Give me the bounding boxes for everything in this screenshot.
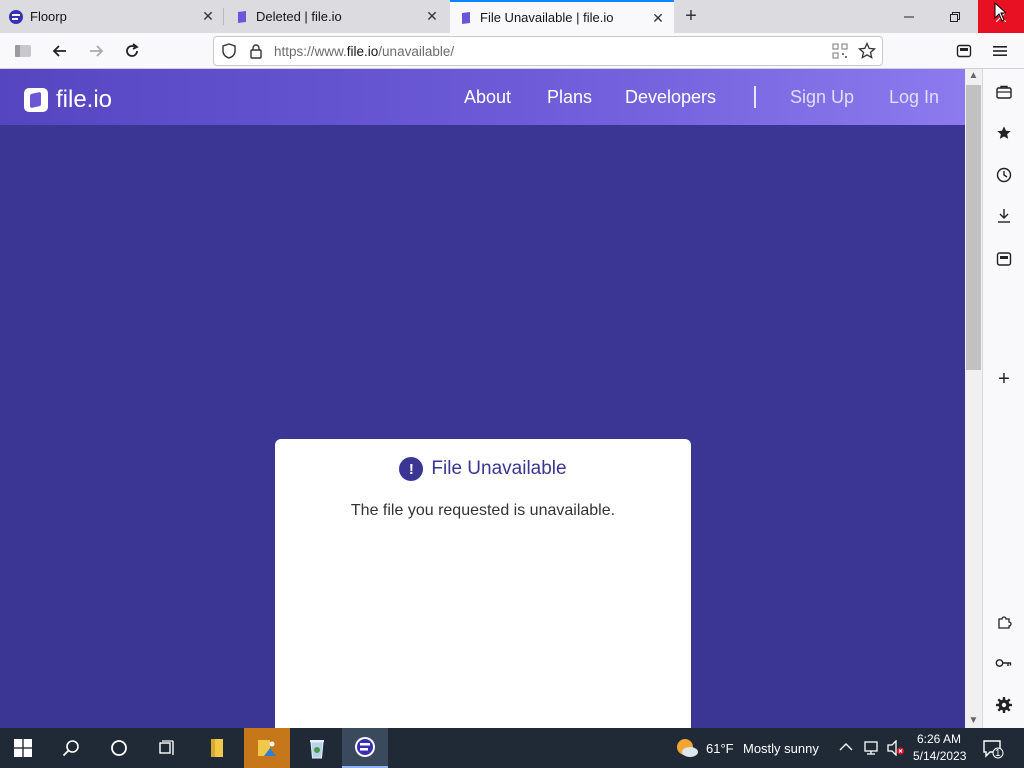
briefcase-icon[interactable] (992, 80, 1016, 104)
history-clock-icon[interactable] (992, 163, 1016, 187)
scroll-down-arrow[interactable]: ▼ (965, 714, 982, 728)
network-icon[interactable] (862, 740, 880, 761)
qr-code-icon[interactable] (832, 43, 848, 62)
add-panel-icon[interactable]: + (992, 367, 1016, 391)
task-view-icon[interactable] (144, 728, 190, 768)
new-tab-button[interactable]: + (680, 6, 702, 28)
back-button[interactable] (48, 39, 72, 63)
clock-date[interactable]: 5/14/2023 (913, 749, 966, 763)
menu-icon[interactable] (988, 39, 1012, 63)
notifications-icon[interactable] (983, 739, 1005, 764)
minimize-button[interactable] (886, 0, 932, 33)
pocket-icon[interactable] (952, 39, 976, 63)
nav-plans-link[interactable]: Plans (547, 87, 592, 108)
browser-sidebar: + (982, 69, 1024, 728)
reload-button[interactable] (120, 39, 144, 63)
tab-floorp[interactable]: Floorp ✕ (0, 0, 224, 33)
page-scrollbar[interactable]: ▲ ▼ (965, 69, 982, 728)
file-explorer-icon[interactable] (194, 728, 240, 768)
shield-icon[interactable] (214, 43, 244, 59)
card-title-text: File Unavailable (431, 458, 567, 479)
nav-about-link[interactable]: About (464, 87, 511, 108)
tab-title: Deleted | file.io (256, 9, 342, 24)
tab-file-unavailable[interactable]: File Unavailable | file.io ✕ (450, 0, 674, 33)
card-message: The file you requested is unavailable. (350, 502, 616, 519)
cortana-icon[interactable] (96, 728, 142, 768)
photos-app-icon[interactable] (244, 728, 290, 768)
url-text: https://www.file.io/unavailable/ (274, 43, 455, 59)
start-button[interactable] (0, 728, 46, 768)
scroll-up-arrow[interactable]: ▲ (965, 69, 982, 83)
clock-time[interactable]: 6:26 AM (917, 732, 961, 746)
floorp-browser-taskbar-icon[interactable] (342, 728, 388, 768)
close-tab-icon[interactable]: ✕ (424, 8, 440, 24)
weather-temp[interactable]: 61°F (706, 741, 734, 756)
close-tab-icon[interactable]: ✕ (650, 10, 666, 26)
exclamation-circle-icon: ! (399, 457, 424, 481)
weather-sunny-icon[interactable] (675, 737, 699, 764)
scroll-thumb[interactable] (966, 85, 981, 370)
nav-log-in-link[interactable]: Log In (889, 87, 939, 108)
tab-title: File Unavailable | file.io (480, 10, 614, 25)
volume-muted-icon[interactable] (886, 739, 906, 761)
nav-sign-up-link[interactable]: Sign Up (790, 87, 854, 108)
screen: Floorp ✕ Deleted | file.io ✕ File Unavai… (0, 0, 1024, 768)
web-page: file.io About Plans Developers Sign Up L… (0, 69, 965, 728)
sidebar-toggle-icon[interactable] (11, 39, 35, 63)
notification-count: 1 (995, 748, 1001, 759)
floorp-icon (8, 9, 24, 25)
download-icon[interactable] (992, 204, 1016, 228)
tab-strip: Floorp ✕ Deleted | file.io ✕ File Unavai… (0, 0, 1024, 33)
weather-condition[interactable]: Mostly sunny (743, 741, 819, 756)
chevron-up-icon[interactable] (839, 741, 853, 755)
nav-developers-link[interactable]: Developers (625, 87, 716, 108)
passwords-key-icon[interactable] (992, 651, 1016, 675)
search-icon[interactable] (48, 728, 94, 768)
fileio-logo-icon (24, 88, 48, 112)
extensions-puzzle-icon[interactable] (992, 610, 1016, 634)
logo-text: file.io (56, 86, 113, 113)
navigation-toolbar: https://www.file.io/unavailable/ (0, 33, 1024, 69)
fileio-favicon (234, 9, 250, 25)
notes-icon[interactable] (992, 247, 1016, 271)
fileio-favicon (458, 10, 474, 26)
nav-divider (754, 86, 756, 108)
fileio-logo[interactable]: file.io (24, 86, 112, 114)
settings-gear-icon[interactable] (992, 693, 1016, 717)
restore-button[interactable] (932, 0, 978, 33)
site-header: file.io About Plans Developers Sign Up L… (0, 69, 965, 125)
tab-deleted[interactable]: Deleted | file.io ✕ (226, 0, 448, 33)
close-tab-icon[interactable]: ✕ (200, 8, 216, 24)
tab-title: Floorp (30, 9, 67, 24)
file-unavailable-card: ! File Unavailable The file you requeste… (275, 439, 691, 728)
address-bar[interactable]: https://www.file.io/unavailable/ (213, 36, 883, 66)
recycle-bin-icon[interactable] (294, 728, 340, 768)
mouse-cursor-icon (994, 1, 1008, 27)
bookmark-star-icon[interactable] (857, 41, 877, 63)
forward-button[interactable] (84, 39, 108, 63)
card-title: ! File Unavailable (275, 457, 691, 481)
lock-icon[interactable] (244, 43, 268, 59)
windows-taskbar: 61°F Mostly sunny 6:26 AM 5/14/2023 1 (0, 728, 1024, 768)
bookmarks-star-icon[interactable] (992, 121, 1016, 145)
